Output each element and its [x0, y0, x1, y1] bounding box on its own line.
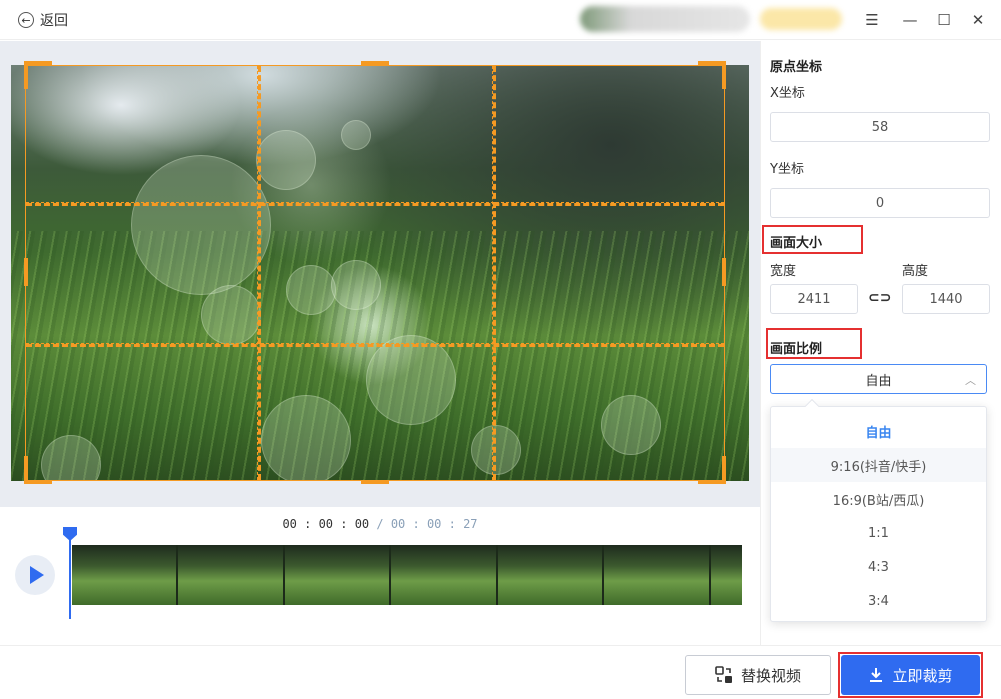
crop-handle-bottom-right[interactable] [698, 456, 726, 484]
crop-now-button[interactable]: 立即裁剪 [841, 655, 980, 695]
origin-title: 原点坐标 [770, 60, 823, 75]
crop-now-label: 立即裁剪 [892, 666, 953, 685]
crop-grid-line-v1 [257, 66, 261, 480]
link-ratio-icon[interactable]: ⊂⊃ [868, 290, 891, 306]
thumbnail-frame [710, 545, 742, 605]
back-label: 返回 [40, 13, 68, 29]
crop-grid-line-h1 [26, 202, 724, 206]
width-label: 宽度 [770, 264, 797, 279]
ratio-option-16-9[interactable]: 16:9(B站/西瓜) [771, 482, 986, 516]
play-icon [30, 566, 44, 584]
close-icon[interactable]: ✕ [968, 10, 988, 30]
footer-bar: 替换视频 立即裁剪 [0, 645, 1001, 699]
crop-frame[interactable] [25, 65, 725, 481]
thumbnail-frame [178, 545, 285, 605]
size-title: 画面大小 [770, 236, 823, 251]
crop-handle-top-left[interactable] [24, 61, 52, 89]
thumbnail-strip[interactable] [72, 545, 742, 605]
ratio-dropdown: 自由 9:16(抖音/快手) 16:9(B站/西瓜) 1:1 4:3 3:4 [770, 398, 987, 622]
thumbnail-frame [497, 545, 605, 605]
y-label: Y坐标 [770, 162, 804, 177]
ratio-title: 画面比例 [770, 342, 823, 357]
total-time: / 00 : 00 : 27 [369, 517, 478, 531]
y-coordinate-input[interactable]: 0 [770, 188, 990, 218]
thumbnail-frame [72, 545, 179, 605]
replace-video-label: 替换视频 [740, 666, 801, 685]
playhead-knob[interactable] [63, 527, 77, 541]
crop-handle-top-right[interactable] [698, 61, 726, 89]
x-coordinate-input[interactable]: 58 [770, 112, 990, 142]
crop-grid-line-h2 [26, 343, 724, 347]
swap-icon [715, 666, 732, 683]
chevron-up-icon: ︿ [965, 374, 976, 387]
x-label: X坐标 [770, 86, 805, 101]
title-bar: ← 返回 ☰ — ☐ ✕ [0, 0, 1001, 40]
maximize-icon[interactable]: ☐ [934, 10, 954, 30]
thumbnail-frame [284, 545, 392, 605]
ratio-option-9-16[interactable]: 9:16(抖音/快手) [771, 448, 986, 482]
crop-handle-left[interactable] [24, 258, 28, 286]
blurred-user-info [580, 6, 750, 32]
replace-video-button[interactable]: 替换视频 [685, 655, 831, 695]
crop-handle-bottom-left[interactable] [24, 456, 52, 484]
playhead[interactable] [63, 527, 77, 619]
ratio-option-4-3[interactable]: 4:3 [771, 550, 986, 584]
crop-handle-top[interactable] [361, 61, 389, 65]
back-button[interactable]: ← 返回 [18, 10, 68, 30]
height-input[interactable]: 1440 [902, 284, 990, 314]
thumbnail-frame [604, 545, 711, 605]
height-label: 高度 [902, 264, 929, 279]
ratio-option-free[interactable]: 自由 [771, 414, 986, 448]
ratio-select-value: 自由 [865, 373, 892, 389]
crop-grid-line-v2 [492, 66, 496, 480]
width-input[interactable]: 2411 [770, 284, 858, 314]
current-time: 00 : 00 : 00 [282, 517, 370, 531]
play-button[interactable] [15, 555, 55, 595]
download-icon [870, 668, 883, 682]
ratio-select[interactable]: 自由 ︿ [770, 364, 987, 394]
crop-handle-bottom[interactable] [361, 480, 389, 484]
menu-icon[interactable]: ☰ [862, 10, 882, 30]
timecode: 00 : 00 : 00 / 00 : 00 : 27 [0, 517, 760, 531]
crop-handle-right[interactable] [722, 258, 726, 286]
back-arrow-icon: ← [18, 12, 34, 28]
minimize-icon[interactable]: — [900, 10, 920, 30]
thumbnail-frame [391, 545, 498, 605]
ratio-option-3-4[interactable]: 3:4 [771, 584, 986, 618]
timeline-panel: 00 : 00 : 00 / 00 : 00 : 27 [0, 507, 760, 645]
ratio-option-1-1[interactable]: 1:1 [771, 516, 986, 550]
blurred-vip-badge [760, 8, 842, 30]
